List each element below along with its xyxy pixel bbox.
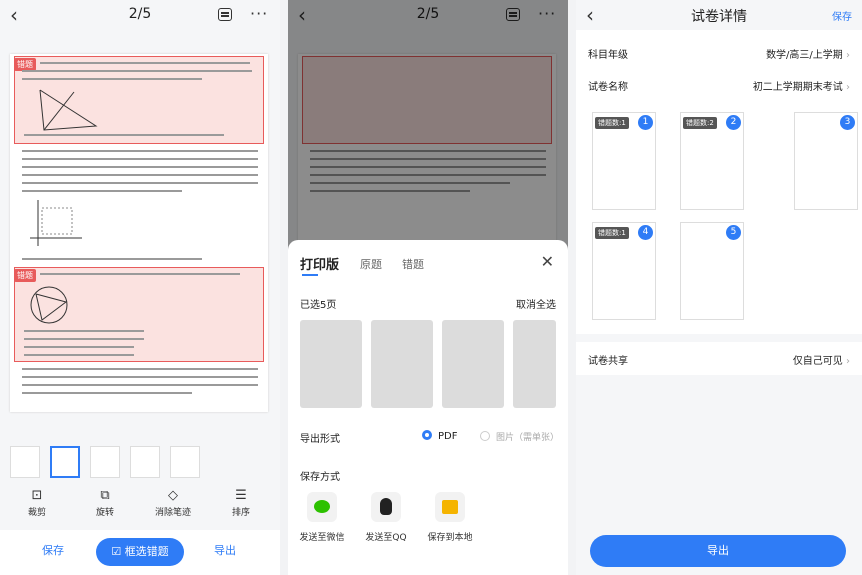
bottom-action-bar: 保存 ☑ 框选错题 导出 <box>0 530 280 575</box>
subject-grade-value: 数学/高三/上学期 › <box>766 50 850 61</box>
save-method-label: 保存方式 <box>300 472 340 483</box>
rotate-icon: ⧉ <box>100 488 110 503</box>
paper-name-row[interactable]: 试卷名称 初二上学期期末考试 › <box>588 78 850 93</box>
radio-selected-icon <box>422 430 432 440</box>
page-preview-thumbnail[interactable] <box>513 320 556 408</box>
top-bar: ‹ 试卷详情 保存 <box>576 0 862 30</box>
triangle-figure <box>39 89 98 131</box>
wechat-icon <box>307 492 337 522</box>
save-button[interactable]: 保存 <box>42 542 64 558</box>
format-image-option[interactable]: 图片（需单张） <box>480 430 559 443</box>
coordinate-grid-figure <box>30 200 82 246</box>
top-bar: ‹ 2/5 ··· <box>0 0 280 30</box>
save-button[interactable]: 保存 <box>832 8 852 23</box>
page-preview-thumbnail[interactable] <box>300 320 362 408</box>
page-thumbnail[interactable] <box>170 446 200 478</box>
export-sheet-screen: ‹ 2/5 ··· 打印版 原题 错题 ✕ 已选5页 取消全选 导出形式 PDF… <box>288 0 568 575</box>
export-format-row: 导出形式 PDF 图片（需单张） <box>300 430 559 445</box>
share-label: 试卷共享 <box>588 356 628 367</box>
error-tag: 错题 <box>14 269 36 282</box>
crop-icon: ⊡ <box>31 488 43 503</box>
select-box-icon: ☑ <box>111 545 122 558</box>
page-thumbnail[interactable]: 错题数:2 2 <box>680 112 744 210</box>
send-to-wechat-button[interactable]: 发送至微信 <box>294 492 350 543</box>
page-thumbnail-selected[interactable] <box>50 446 80 478</box>
page-thumbnail[interactable] <box>130 446 160 478</box>
radio-unselected-icon <box>480 431 490 441</box>
export-button[interactable]: 导出 <box>590 535 846 567</box>
page-thumbnail[interactable] <box>10 446 40 478</box>
sort-icon: ☰ <box>235 488 247 503</box>
exam-page-preview: 错题 错题 <box>10 54 268 412</box>
format-pdf-option[interactable]: PDF <box>422 430 457 442</box>
section-divider <box>576 334 862 342</box>
folder-download-icon <box>435 492 465 522</box>
page-title: 试卷详情 <box>691 9 747 25</box>
notes-icon[interactable] <box>218 8 232 21</box>
subject-grade-row[interactable]: 科目年级 数学/高三/上学期 › <box>588 46 850 61</box>
page-thumbnail[interactable] <box>90 446 120 478</box>
editor-screen: ‹ 2/5 ··· 错题 错题 ⊡ 裁剪 ⧉ 旋转 ◇ 消除笔迹 ☰ 排序 保存… <box>0 0 280 575</box>
send-to-qq-button[interactable]: 发送至QQ <box>358 492 414 543</box>
share-value: 仅自己可见 › <box>792 356 850 367</box>
paper-name-value: 初二上学期期末考试 › <box>752 82 850 93</box>
tab-original-question[interactable]: 原题 <box>360 256 382 272</box>
export-format-label: 导出形式 <box>300 434 340 445</box>
eraser-icon: ◇ <box>168 488 178 503</box>
page-preview-thumbnail[interactable] <box>442 320 504 408</box>
close-icon[interactable]: ✕ <box>541 252 554 271</box>
active-tab-indicator <box>302 274 318 276</box>
circle-figure <box>30 286 68 324</box>
chevron-right-icon: › <box>846 50 850 61</box>
subject-grade-label: 科目年级 <box>588 50 628 61</box>
rotate-button[interactable]: ⧉ 旋转 <box>80 488 130 518</box>
tab-error-question[interactable]: 错题 <box>402 256 424 272</box>
qq-icon <box>371 492 401 522</box>
paper-name-label: 试卷名称 <box>588 82 628 93</box>
page-thumbnail[interactable]: 错题数:1 4 <box>592 222 656 320</box>
chevron-right-icon: › <box>846 82 850 93</box>
selected-count: 已选5页 <box>300 300 337 311</box>
deselect-all-button[interactable]: 取消全选 <box>516 296 556 311</box>
chevron-right-icon: › <box>846 356 850 367</box>
page-thumbnail[interactable]: 5 <box>680 222 744 320</box>
edit-toolbar: ⊡ 裁剪 ⧉ 旋转 ◇ 消除笔迹 ☰ 排序 <box>0 488 280 522</box>
export-button[interactable]: 导出 <box>214 542 236 558</box>
share-row[interactable]: 试卷共享 仅自己可见 › <box>588 352 850 367</box>
page-thumbnail[interactable]: 3 <box>794 112 858 210</box>
export-bottom-sheet: 打印版 原题 错题 ✕ 已选5页 取消全选 导出形式 PDF 图片（需单张） 保… <box>288 240 568 575</box>
page-preview-thumbnail[interactable] <box>371 320 433 408</box>
tab-print-version[interactable]: 打印版 <box>300 254 339 273</box>
page-thumbnail[interactable]: 错题数:1 1 <box>592 112 656 210</box>
paper-info-panel: 科目年级 数学/高三/上学期 › 试卷名称 初二上学期期末考试 › 错题数:1 1… <box>576 30 862 375</box>
selection-row: 已选5页 取消全选 <box>300 296 556 311</box>
crop-button[interactable]: ⊡ 裁剪 <box>12 488 62 518</box>
erase-handwriting-button[interactable]: ◇ 消除笔迹 <box>148 488 198 518</box>
paper-detail-screen: ‹ 试卷详情 保存 科目年级 数学/高三/上学期 › 试卷名称 初二上学期期末考… <box>576 0 862 575</box>
sort-button[interactable]: ☰ 排序 <box>216 488 266 518</box>
select-errors-button[interactable]: ☑ 框选错题 <box>96 538 184 566</box>
save-local-button[interactable]: 保存到本地 <box>422 492 478 543</box>
more-icon[interactable]: ··· <box>250 4 268 23</box>
page-indicator: 2/5 <box>128 6 152 22</box>
